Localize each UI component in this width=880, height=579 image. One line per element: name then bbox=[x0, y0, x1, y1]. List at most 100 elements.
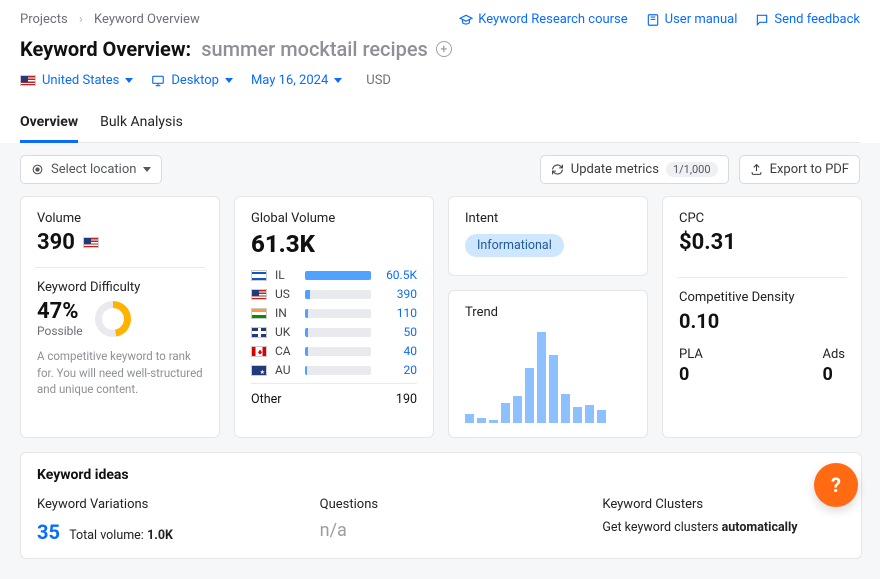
gv-value[interactable]: 390 bbox=[379, 287, 417, 301]
gv-row-us: US390 bbox=[251, 287, 417, 301]
gv-value[interactable]: 50 bbox=[379, 325, 417, 339]
global-volume-card: Global Volume 61.3K IL 60.5K US390 IN 110 UK 5… bbox=[234, 196, 434, 438]
chevron-down-icon bbox=[334, 78, 342, 83]
ads-label: Ads bbox=[822, 347, 845, 362]
gv-bar bbox=[305, 271, 371, 280]
gv-value[interactable]: 40 bbox=[379, 344, 417, 358]
gv-value[interactable]: 60.5K bbox=[379, 268, 417, 282]
volume-label: Volume bbox=[37, 211, 203, 226]
cpc-card: CPC $0.31 Competitive Density 0.10 PLA 0… bbox=[662, 196, 862, 438]
desktop-icon bbox=[151, 74, 165, 88]
trend-bar bbox=[561, 394, 570, 423]
trend-bar bbox=[573, 407, 582, 423]
gv-row-uk: UK 50 bbox=[251, 325, 417, 339]
variations-total-label: Total volume: bbox=[69, 528, 144, 543]
gv-bar bbox=[305, 290, 371, 299]
il-flag-icon bbox=[251, 270, 267, 281]
tab-bulk[interactable]: Bulk Analysis bbox=[100, 102, 183, 142]
clusters-text: Get keyword clusters bbox=[602, 520, 721, 535]
questions-value: n/a bbox=[320, 520, 563, 541]
chevron-down-icon bbox=[125, 78, 133, 83]
pla-label: PLA bbox=[679, 347, 703, 362]
trend-bar bbox=[489, 420, 498, 423]
gv-row-in: IN 110 bbox=[251, 306, 417, 320]
gv-value[interactable]: 20 bbox=[379, 363, 417, 377]
gv-row-au: AU20 bbox=[251, 363, 417, 377]
gv-country-code: UK bbox=[275, 325, 297, 339]
device-filter[interactable]: Desktop bbox=[151, 73, 233, 88]
select-location-button[interactable]: Select location bbox=[20, 155, 162, 184]
chevron-down-icon bbox=[225, 78, 233, 83]
gv-country-code: CA bbox=[275, 344, 297, 358]
trend-bar bbox=[465, 414, 474, 423]
gv-bar bbox=[305, 347, 371, 356]
breadcrumb-root[interactable]: Projects bbox=[20, 12, 68, 27]
ads-value: 0 bbox=[822, 364, 845, 385]
intent-value: Informational bbox=[465, 234, 564, 257]
trend-bar bbox=[525, 368, 534, 423]
gv-row-il: IL 60.5K bbox=[251, 268, 417, 282]
link-manual[interactable]: User manual bbox=[646, 12, 738, 27]
au-flag-icon bbox=[251, 365, 267, 376]
cpc-label: CPC bbox=[679, 211, 845, 226]
kd-donut-icon bbox=[95, 301, 131, 337]
gv-bar bbox=[305, 328, 371, 337]
uk-flag-icon bbox=[251, 327, 267, 338]
variations-count[interactable]: 35 bbox=[37, 520, 60, 544]
volume-card: Volume 390 Keyword Difficulty 47% Possib… bbox=[20, 196, 220, 438]
export-pdf-button[interactable]: Export to PDF bbox=[739, 155, 860, 184]
pla-value: 0 bbox=[679, 364, 703, 385]
gv-country-code: IL bbox=[275, 268, 297, 282]
add-keyword-button[interactable]: + bbox=[436, 41, 452, 57]
variations-total: 1.0K bbox=[147, 528, 173, 543]
clusters-text-bold: automatically bbox=[722, 520, 798, 535]
trend-bar bbox=[597, 410, 606, 423]
breadcrumb-current: Keyword Overview bbox=[94, 12, 200, 27]
gv-country-code: IN bbox=[275, 306, 297, 320]
keyword-ideas-card: Keyword ideas Keyword Variations 35 Tota… bbox=[20, 452, 862, 559]
country-filter[interactable]: United States bbox=[20, 73, 133, 88]
trend-bar bbox=[537, 332, 546, 423]
us-flag-icon bbox=[20, 75, 36, 86]
trend-bar bbox=[549, 355, 558, 423]
gv-other-label: Other bbox=[251, 392, 281, 407]
clusters-label: Keyword Clusters bbox=[602, 497, 845, 512]
tab-overview[interactable]: Overview bbox=[20, 102, 78, 143]
kd-word: Possible bbox=[37, 324, 83, 338]
book-icon bbox=[646, 13, 660, 27]
quota-pill: 1/1,000 bbox=[666, 162, 718, 177]
currency-label: USD bbox=[366, 73, 391, 88]
gv-value[interactable]: 110 bbox=[379, 306, 417, 320]
trend-bar bbox=[585, 405, 594, 423]
us-flag-icon bbox=[83, 237, 99, 248]
page-title-keyword: summer mocktail recipes bbox=[201, 37, 428, 61]
trend-bar bbox=[513, 396, 522, 423]
chevron-down-icon bbox=[143, 167, 151, 172]
breadcrumb-sep: › bbox=[79, 12, 83, 27]
density-label: Competitive Density bbox=[679, 290, 845, 305]
intent-label: Intent bbox=[465, 211, 631, 226]
volume-value: 390 bbox=[37, 230, 75, 255]
trend-chart bbox=[465, 324, 631, 423]
trend-card: Trend bbox=[448, 290, 648, 438]
date-filter[interactable]: May 16, 2024 bbox=[251, 73, 342, 88]
link-feedback[interactable]: Send feedback bbox=[755, 12, 860, 27]
gv-bar bbox=[305, 366, 371, 375]
ca-flag-icon bbox=[251, 346, 267, 357]
trend-label: Trend bbox=[465, 305, 631, 320]
global-volume-label: Global Volume bbox=[251, 211, 417, 226]
chat-icon bbox=[755, 13, 769, 27]
keyword-ideas-heading: Keyword ideas bbox=[37, 467, 845, 483]
question-icon: ? bbox=[831, 473, 841, 497]
help-fab[interactable]: ? bbox=[814, 463, 858, 507]
gv-row-ca: CA 40 bbox=[251, 344, 417, 358]
refresh-icon bbox=[551, 163, 564, 176]
page-title-prefix: Keyword Overview: bbox=[20, 37, 191, 61]
questions-label: Questions bbox=[320, 497, 563, 512]
in-flag-icon bbox=[251, 308, 267, 319]
global-volume-value: 61.3K bbox=[251, 230, 417, 258]
link-course[interactable]: Keyword Research course bbox=[459, 12, 627, 27]
gv-other-value: 190 bbox=[396, 392, 417, 407]
update-metrics-button[interactable]: Update metrics 1/1,000 bbox=[540, 155, 729, 184]
intent-card: Intent Informational bbox=[448, 196, 648, 276]
